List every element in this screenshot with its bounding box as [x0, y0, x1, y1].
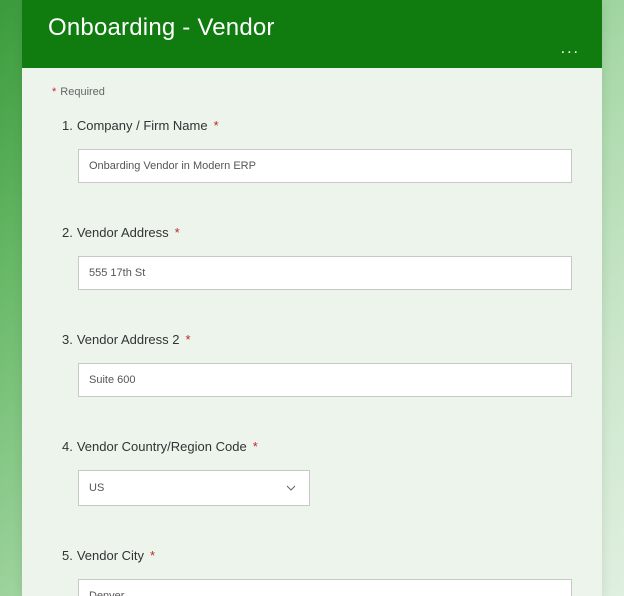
question-number: 1.: [62, 118, 73, 133]
form-header: Onboarding - Vendor ...: [22, 0, 602, 68]
required-marker: *: [175, 225, 180, 240]
required-asterisk: *: [52, 86, 56, 98]
question-number: 3.: [62, 332, 73, 347]
select-value: US: [89, 482, 104, 494]
question-label: 3. Vendor Address 2 *: [52, 332, 572, 347]
question-number: 4.: [62, 439, 73, 454]
question-vendor-address: 2. Vendor Address *: [52, 225, 572, 290]
question-text: Company / Firm Name: [77, 118, 208, 133]
required-marker: *: [214, 118, 219, 133]
question-number: 2.: [62, 225, 73, 240]
question-number: 5.: [62, 548, 73, 563]
page-title: Onboarding - Vendor: [48, 14, 576, 42]
vendor-city-input[interactable]: [78, 579, 572, 596]
vendor-address-input[interactable]: [78, 256, 572, 290]
form-body: * Required 1. Company / Firm Name * 2. Ve…: [22, 68, 602, 596]
vendor-address-2-input[interactable]: [78, 363, 572, 397]
question-text: Vendor City: [77, 548, 144, 563]
country-region-select[interactable]: US: [78, 470, 310, 506]
question-country-region: 4. Vendor Country/Region Code * US: [52, 439, 572, 506]
question-text: Vendor Country/Region Code: [77, 439, 247, 454]
question-label: 5. Vendor City *: [52, 548, 572, 563]
more-options-button[interactable]: ...: [561, 40, 580, 58]
question-label: 1. Company / Firm Name *: [52, 118, 572, 133]
question-text: Vendor Address: [77, 225, 169, 240]
question-vendor-address-2: 3. Vendor Address 2 *: [52, 332, 572, 397]
required-text: Required: [60, 86, 105, 98]
required-marker: *: [150, 548, 155, 563]
form-page: Onboarding - Vendor ... * Required 1. Com…: [22, 0, 602, 596]
question-label: 2. Vendor Address *: [52, 225, 572, 240]
chevron-down-icon: [285, 482, 297, 494]
question-label: 4. Vendor Country/Region Code *: [52, 439, 572, 454]
question-text: Vendor Address 2: [77, 332, 180, 347]
question-company-name: 1. Company / Firm Name *: [52, 118, 572, 183]
required-note: * Required: [52, 86, 572, 98]
question-vendor-city: 5. Vendor City *: [52, 548, 572, 596]
required-marker: *: [185, 332, 190, 347]
company-name-input[interactable]: [78, 149, 572, 183]
required-marker: *: [253, 439, 258, 454]
